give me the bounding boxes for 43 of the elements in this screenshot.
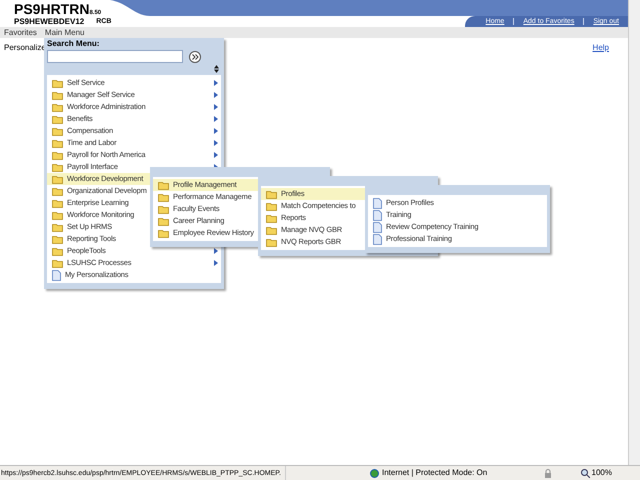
search-go-button[interactable] bbox=[189, 50, 201, 62]
document-icon bbox=[373, 198, 382, 208]
search-label: Search Menu: bbox=[47, 40, 100, 48]
folder-icon bbox=[158, 180, 169, 190]
zoom-icon bbox=[580, 468, 590, 478]
lock-icon bbox=[542, 468, 553, 478]
folder-icon bbox=[52, 90, 63, 100]
folder-icon bbox=[52, 258, 63, 268]
document-icon bbox=[373, 234, 382, 244]
folder-icon bbox=[266, 238, 277, 246]
folder-icon bbox=[52, 126, 63, 136]
folder-icon bbox=[158, 204, 169, 214]
sort-arrows-icon bbox=[214, 65, 219, 73]
folder-icon bbox=[52, 78, 63, 88]
folder-icon bbox=[52, 102, 63, 112]
folder-icon bbox=[52, 246, 63, 256]
folder-icon bbox=[52, 210, 63, 220]
personalize-label: Personalize bbox=[4, 44, 46, 52]
folder-icon bbox=[266, 214, 277, 222]
folder-icon bbox=[158, 228, 169, 238]
document-icon bbox=[373, 210, 382, 220]
folder-icon bbox=[52, 234, 63, 244]
security-zone: Internet | Protected Mode: On bbox=[382, 469, 488, 477]
help-link[interactable]: Help bbox=[592, 44, 609, 52]
double-chevron-icon bbox=[192, 54, 198, 60]
document-icon bbox=[52, 270, 61, 280]
zoom-level[interactable]: 100% bbox=[592, 469, 612, 477]
document-icon bbox=[373, 222, 382, 232]
folder-icon bbox=[266, 226, 277, 234]
server-label: PS9HEWEBDEV12 bbox=[14, 18, 84, 26]
folder-icon bbox=[52, 174, 63, 184]
search-field[interactable] bbox=[47, 50, 183, 63]
scrollbar[interactable] bbox=[628, 0, 640, 465]
folder-icon bbox=[52, 114, 63, 124]
app-title: PS9HRTRN bbox=[14, 2, 90, 16]
folder-icon bbox=[52, 222, 63, 232]
folder-icon bbox=[52, 138, 63, 148]
nav-menu-link[interactable]: Main Menu bbox=[44, 28, 84, 36]
folder-icon bbox=[158, 216, 169, 226]
folder-icon bbox=[52, 198, 63, 208]
folder-icon bbox=[52, 150, 63, 160]
globe-icon bbox=[370, 468, 379, 478]
nav-menu-link[interactable]: Favorites bbox=[4, 28, 37, 36]
